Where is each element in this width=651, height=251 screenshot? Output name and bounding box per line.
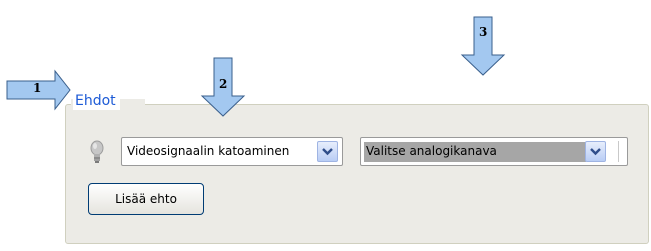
analog-channel-value: Valitse analogikanava xyxy=(366,144,497,158)
callout-number-3: 3 xyxy=(479,25,488,39)
condition-type-dropdown-button[interactable] xyxy=(317,141,338,162)
analog-channel-select[interactable]: Valitse analogikanava xyxy=(360,137,628,166)
select-end-cap xyxy=(618,141,625,162)
callout-number-2: 2 xyxy=(219,77,228,91)
chevron-down-icon xyxy=(322,148,333,156)
condition-type-value: Videosignaalin katoaminen xyxy=(127,144,290,158)
chevron-down-icon xyxy=(590,148,601,156)
callout-number-1: 1 xyxy=(33,81,42,95)
groupbox-legend: Ehdot xyxy=(73,92,120,110)
analog-channel-dropdown-button[interactable] xyxy=(585,141,606,162)
condition-type-select[interactable]: Videosignaalin katoaminen xyxy=(121,137,343,166)
conditions-groupbox xyxy=(65,104,649,244)
lightbulb-icon xyxy=(90,140,104,163)
add-condition-button[interactable]: Lisää ehto xyxy=(88,183,204,215)
